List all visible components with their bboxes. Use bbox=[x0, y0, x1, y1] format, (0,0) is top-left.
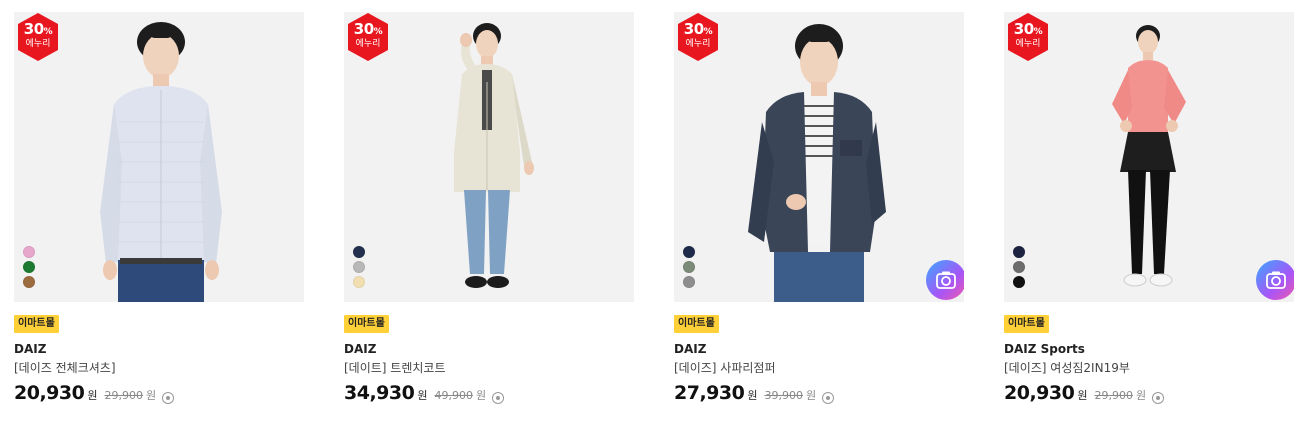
discount-badge: 30% 에누리 bbox=[674, 12, 722, 62]
product-image[interactable]: 30% 에누리 bbox=[674, 12, 964, 302]
color-swatch[interactable] bbox=[23, 276, 35, 288]
original-price-unit: 원 bbox=[1135, 389, 1147, 402]
price-unit: 원 bbox=[417, 389, 428, 402]
price-row: 34,930 원 49,900 원 bbox=[344, 382, 634, 404]
price-unit: 원 bbox=[747, 389, 758, 402]
product-grid: 30% 에누리 이마트몰 DAIZ [데이즈 전체크셔츠] 20,930 원 2… bbox=[0, 0, 1298, 430]
price-row: 27,930 원 39,900 원 bbox=[674, 382, 964, 404]
sale-price: 20,930 bbox=[1004, 382, 1075, 404]
price-unit: 원 bbox=[87, 389, 98, 402]
original-price: 29,900 bbox=[104, 389, 143, 402]
color-swatches bbox=[683, 246, 695, 288]
product-image[interactable]: 30% 에누리 bbox=[344, 12, 634, 302]
original-price: 39,900 bbox=[764, 389, 803, 402]
product-card[interactable]: 30% 에누리 이마트몰 DAIZ [데이즈] 사파리점퍼 27,930 원 3… bbox=[674, 12, 964, 404]
brand-name[interactable]: DAIZ bbox=[674, 341, 964, 357]
mall-tag: 이마트몰 bbox=[14, 315, 59, 333]
brand-name[interactable]: DAIZ bbox=[344, 341, 634, 357]
product-image[interactable]: 30% 에누리 bbox=[14, 12, 304, 302]
color-swatches bbox=[23, 246, 35, 288]
product-name[interactable]: [데이즈] 사파리점퍼 bbox=[674, 360, 964, 376]
price-unit: 원 bbox=[1077, 389, 1088, 402]
color-swatch[interactable] bbox=[353, 246, 365, 258]
color-swatch[interactable] bbox=[23, 246, 35, 258]
product-name[interactable]: [데이트] 트렌치코트 bbox=[344, 360, 634, 376]
price-info-icon[interactable] bbox=[822, 392, 835, 404]
sale-price: 20,930 bbox=[14, 382, 85, 404]
color-swatch[interactable] bbox=[23, 261, 35, 273]
sale-price: 34,930 bbox=[344, 382, 415, 404]
color-swatch[interactable] bbox=[1013, 246, 1025, 258]
color-swatch[interactable] bbox=[353, 261, 365, 273]
original-price: 29,900 bbox=[1094, 389, 1133, 402]
product-image[interactable]: 30% 에누리 bbox=[1004, 12, 1294, 302]
original-price-unit: 원 bbox=[145, 389, 157, 402]
camera-search-button[interactable] bbox=[926, 260, 964, 300]
discount-badge: 30% 에누리 bbox=[14, 12, 62, 62]
product-card[interactable]: 30% 에누리 이마트몰 DAIZ Sports [데이즈] 여성짐2IN19부 bbox=[1004, 12, 1294, 404]
original-price: 49,900 bbox=[434, 389, 473, 402]
original-price-unit: 원 bbox=[475, 389, 487, 402]
color-swatch[interactable] bbox=[683, 261, 695, 273]
product-name[interactable]: [데이즈] 여성짐2IN19부 bbox=[1004, 360, 1294, 376]
sale-price: 27,930 bbox=[674, 382, 745, 404]
discount-badge: 30% 에누리 bbox=[1004, 12, 1052, 62]
brand-name[interactable]: DAIZ Sports bbox=[1004, 341, 1294, 357]
color-swatches bbox=[1013, 246, 1025, 288]
original-price-unit: 원 bbox=[805, 389, 817, 402]
camera-icon bbox=[1266, 271, 1286, 289]
product-name[interactable]: [데이즈 전체크셔츠] bbox=[14, 360, 304, 376]
mall-tag: 이마트몰 bbox=[1004, 315, 1049, 333]
color-swatches bbox=[353, 246, 365, 288]
price-info-icon[interactable] bbox=[162, 392, 175, 404]
color-swatch[interactable] bbox=[683, 246, 695, 258]
color-swatch[interactable] bbox=[353, 276, 365, 288]
camera-icon bbox=[936, 271, 956, 289]
color-swatch[interactable] bbox=[1013, 276, 1025, 288]
camera-search-button[interactable] bbox=[1256, 260, 1294, 300]
price-info-icon[interactable] bbox=[1152, 392, 1165, 404]
discount-badge: 30% 에누리 bbox=[344, 12, 392, 62]
color-swatch[interactable] bbox=[1013, 261, 1025, 273]
brand-name[interactable]: DAIZ bbox=[14, 341, 304, 357]
product-card[interactable]: 30% 에누리 이마트몰 DAIZ [데이트] 트렌치코트 34,930 원 4… bbox=[344, 12, 634, 404]
price-row: 20,930 원 29,900 원 bbox=[14, 382, 304, 404]
mall-tag: 이마트몰 bbox=[674, 315, 719, 333]
mall-tag: 이마트몰 bbox=[344, 315, 389, 333]
product-card[interactable]: 30% 에누리 이마트몰 DAIZ [데이즈 전체크셔츠] 20,930 원 2… bbox=[14, 12, 304, 404]
price-row: 20,930 원 29,900 원 bbox=[1004, 382, 1294, 404]
color-swatch[interactable] bbox=[683, 276, 695, 288]
price-info-icon[interactable] bbox=[492, 392, 505, 404]
